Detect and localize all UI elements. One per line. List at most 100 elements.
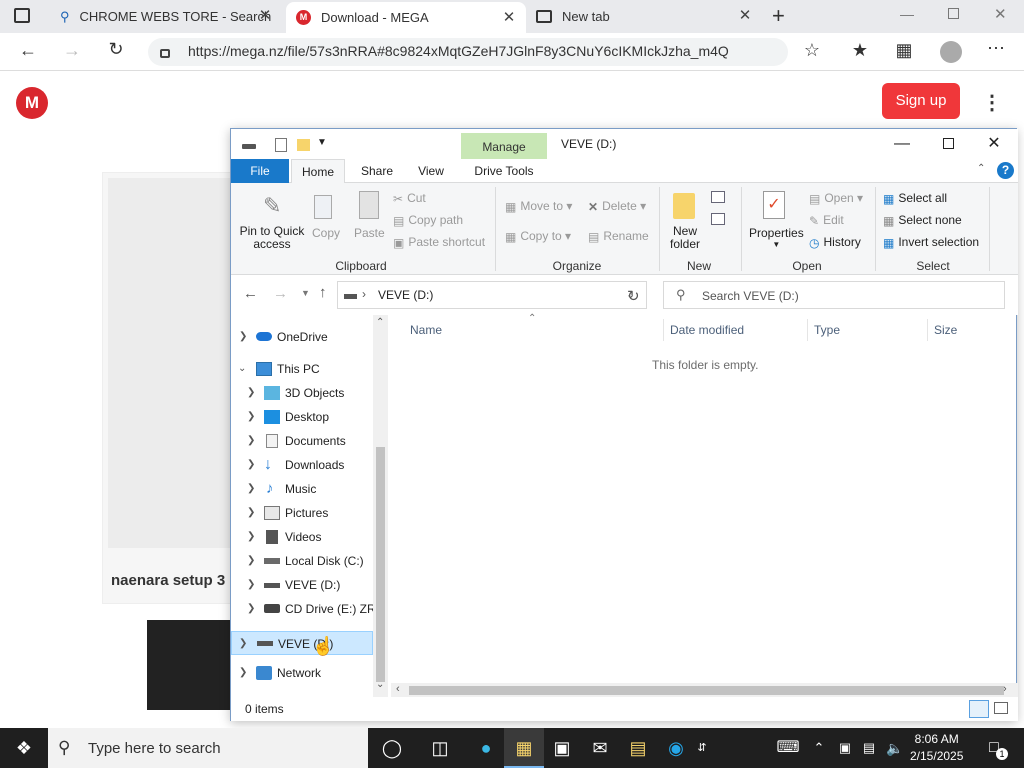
chevron-right-icon[interactable]: ❯ bbox=[247, 381, 255, 405]
column-divider[interactable] bbox=[927, 319, 928, 341]
favorites-icon[interactable]: ★ bbox=[846, 40, 874, 61]
add-favorite-icon[interactable]: ☆ bbox=[798, 40, 826, 61]
keyboard-icon[interactable]: ⌨ bbox=[768, 728, 808, 768]
notes-icon[interactable]: ▤ bbox=[618, 728, 658, 768]
minimize-icon[interactable]: — bbox=[900, 6, 914, 22]
delete-button[interactable]: ✕ Delete ▾ bbox=[588, 199, 646, 214]
edge-icon[interactable]: ● bbox=[466, 728, 506, 768]
breadcrumb-path[interactable]: VEVE (D:) bbox=[378, 288, 433, 302]
tree-item-veve[interactable]: ❯ VEVE (D:) bbox=[231, 573, 373, 597]
new-tab-button[interactable]: + bbox=[772, 3, 785, 29]
collapse-ribbon-icon[interactable]: ⌃ bbox=[977, 163, 985, 174]
column-divider[interactable] bbox=[663, 319, 664, 341]
paste-button[interactable]: Paste bbox=[354, 226, 385, 240]
chevron-right-icon[interactable]: ❯ bbox=[247, 573, 255, 597]
profile-avatar[interactable] bbox=[940, 41, 962, 63]
task-view-icon[interactable]: ◫ bbox=[420, 728, 460, 768]
column-type[interactable]: Type bbox=[814, 323, 840, 337]
mega-logo[interactable]: M bbox=[16, 87, 48, 119]
tree-item-cd-drive[interactable]: ❯ CD Drive (E:) ZRM bbox=[231, 597, 373, 621]
back-icon[interactable]: ← bbox=[243, 285, 258, 302]
select-none-button[interactable]: ▦ Select none bbox=[883, 213, 962, 228]
scroll-up-icon[interactable]: ⌃ bbox=[376, 317, 384, 328]
chevron-right-icon[interactable]: ❯ bbox=[239, 632, 247, 656]
tab-mega[interactable]: M Download - MEGA ✕ bbox=[286, 2, 526, 33]
copy-to-button[interactable]: ▦ Copy to ▾ bbox=[505, 229, 571, 244]
history-button[interactable]: ◷ History bbox=[809, 235, 861, 250]
collections-icon[interactable]: ▦ bbox=[890, 40, 918, 61]
new-folder-button[interactable]: New folder bbox=[667, 225, 703, 251]
easy-access-icon[interactable] bbox=[711, 213, 725, 225]
tab-home[interactable]: Home bbox=[291, 159, 345, 184]
help-icon[interactable]: ? bbox=[997, 162, 1014, 179]
maximize-icon[interactable] bbox=[925, 129, 971, 159]
tab-actions-icon[interactable] bbox=[14, 8, 30, 23]
url-text[interactable]: https://mega.nz/file/57s3nRRA#8c9824xMqt… bbox=[188, 43, 729, 59]
tree-scroll-thumb[interactable] bbox=[376, 447, 385, 682]
column-name[interactable]: Name bbox=[410, 323, 442, 337]
tab-drive-tools[interactable]: Drive Tools bbox=[465, 159, 543, 183]
tab-search[interactable]: ⚲ CHROME WEBS TORE - Search ✕ bbox=[50, 0, 282, 33]
refresh-icon[interactable]: ↻ bbox=[627, 287, 640, 305]
chevron-right-icon[interactable]: ❯ bbox=[247, 597, 255, 621]
scroll-left-icon[interactable]: ‹ bbox=[396, 683, 400, 695]
camera-icon[interactable]: ▣ bbox=[832, 728, 858, 768]
tab-view[interactable]: View bbox=[407, 159, 455, 183]
address-box[interactable]: › VEVE (D:) ⌄ bbox=[337, 281, 647, 309]
chevron-up-icon[interactable]: ⌃ bbox=[804, 728, 834, 768]
close-window-icon[interactable]: ✕ bbox=[994, 5, 1007, 23]
up-icon[interactable]: ↑ bbox=[319, 284, 327, 301]
select-all-button[interactable]: ▦ Select all bbox=[883, 191, 947, 206]
close-icon[interactable]: ✕ bbox=[500, 8, 518, 26]
menu-icon[interactable]: ⋮ bbox=[982, 90, 1002, 115]
clock[interactable]: 8:06 AM 2/15/2025 bbox=[910, 731, 963, 765]
network-tray-icon[interactable]: ▤ bbox=[856, 728, 882, 768]
restore-icon[interactable] bbox=[948, 8, 959, 19]
properties-button[interactable]: Properties ▼ bbox=[749, 226, 804, 249]
tree-item-3d-objects[interactable]: ❯ 3D Objects bbox=[231, 381, 373, 405]
tree-item-documents[interactable]: ❯ Documents bbox=[231, 429, 373, 453]
notification-icon[interactable]: □ bbox=[974, 728, 1014, 768]
back-icon[interactable]: ← bbox=[14, 40, 42, 61]
invert-selection-button[interactable]: ▦ Invert selection bbox=[883, 235, 979, 250]
close-icon[interactable]: ✕ bbox=[736, 6, 754, 24]
large-icons-view-icon[interactable] bbox=[994, 702, 1008, 714]
chevron-right-icon[interactable]: ❯ bbox=[239, 325, 247, 349]
tree-item-music[interactable]: ❯ ♪ Music bbox=[231, 477, 373, 501]
more-icon[interactable]: ⋯ bbox=[982, 38, 1010, 59]
tree-item-pictures[interactable]: ❯ Pictures bbox=[231, 501, 373, 525]
new-item-icon[interactable] bbox=[711, 191, 725, 203]
tree-item-desktop[interactable]: ❯ Desktop bbox=[231, 405, 373, 429]
mail-icon[interactable]: ✉ bbox=[580, 728, 620, 768]
close-icon[interactable]: ✕ bbox=[256, 6, 274, 24]
cut-button[interactable]: ✂ Cut bbox=[393, 191, 426, 206]
chevron-right-icon[interactable]: ❯ bbox=[247, 501, 255, 525]
chevron-right-icon[interactable]: ❯ bbox=[247, 405, 255, 429]
column-size[interactable]: Size bbox=[934, 323, 957, 337]
column-divider[interactable] bbox=[807, 319, 808, 341]
tab-share[interactable]: Share bbox=[353, 159, 401, 183]
tab-new[interactable]: New tab ✕ bbox=[526, 0, 762, 33]
tree-item-videos[interactable]: ❯ Videos bbox=[231, 525, 373, 549]
taskbar-scroll-icon[interactable]: ⇵ bbox=[690, 728, 714, 768]
paste-shortcut-button[interactable]: ▣ Paste shortcut bbox=[393, 235, 485, 250]
customize-chevron-icon[interactable]: ▼ bbox=[317, 137, 327, 148]
rename-button[interactable]: ▤ Rename bbox=[588, 229, 649, 244]
tab-file[interactable]: File bbox=[231, 159, 289, 183]
tree-item-downloads[interactable]: ❯ ↓ Downloads bbox=[231, 453, 373, 477]
copy-path-button[interactable]: ▤ Copy path bbox=[393, 213, 463, 228]
close-icon[interactable]: ✕ bbox=[971, 129, 1017, 159]
column-date-modified[interactable]: Date modified bbox=[670, 323, 744, 337]
tree-item-this-pc[interactable]: ⌄ This PC bbox=[231, 357, 373, 381]
volume-icon[interactable]: 🔈 bbox=[882, 728, 908, 768]
tree-item-onedrive[interactable]: ❯ OneDrive bbox=[231, 325, 373, 349]
pin-quick-access-button[interactable]: Pin to Quick access bbox=[237, 225, 307, 251]
chevron-right-icon[interactable]: ❯ bbox=[247, 549, 255, 573]
chevron-right-icon[interactable]: ❯ bbox=[247, 525, 255, 549]
chevron-down-icon[interactable]: ⌄ bbox=[238, 357, 246, 381]
properties-quick-icon[interactable] bbox=[275, 138, 287, 152]
file-explorer-icon[interactable]: ▦ bbox=[504, 728, 544, 768]
store-icon[interactable]: ▣ bbox=[542, 728, 582, 768]
chevron-right-icon[interactable]: ❯ bbox=[247, 477, 255, 501]
list-scroll-thumb[interactable] bbox=[409, 686, 1004, 695]
